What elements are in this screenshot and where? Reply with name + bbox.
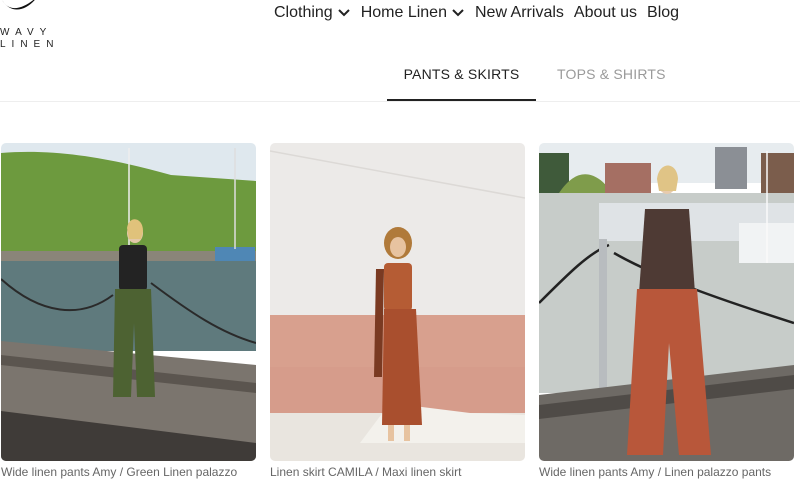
nav-label: New Arrivals [474,4,564,21]
nav-item-home-linen[interactable]: Home Linen [361,4,465,22]
brand-line2: LINEN [0,39,60,50]
nav-label: Blog [647,4,680,21]
main-nav: Clothing Home Linen New Arrivals About u… [274,4,679,22]
tab-pants-skirts[interactable]: PANTS & SKIRTS [387,66,536,101]
brand-wordmark: WAVY LINEN [0,27,59,51]
product-title[interactable]: Wide linen pants Amy / Linen palazzo pan… [539,465,794,479]
product-card[interactable]: Wide linen pants Amy / Green Linen palaz… [1,143,256,479]
swoosh-icon [2,0,35,10]
product-image[interactable] [539,143,794,461]
header-divider [0,101,800,102]
nav-label: About us [573,4,638,21]
nav-item-about-us[interactable]: About us [574,4,637,22]
chevron-down-icon [452,9,464,17]
nav-label: Clothing [274,4,333,21]
nav-item-new-arrivals[interactable]: New Arrivals [475,4,564,22]
brand-line1: WAVY [0,27,53,38]
tab-tops-shirts[interactable]: TOPS & SHIRTS [537,66,686,101]
brand-logo[interactable]: WAVY LINEN [0,0,70,60]
product-title[interactable]: Linen skirt CAMILA / Maxi linen skirt [270,465,525,479]
product-card[interactable]: Wide linen pants Amy / Linen palazzo pan… [539,143,794,479]
nav-label: Home Linen [360,4,447,21]
product-card[interactable]: Linen skirt CAMILA / Maxi linen skirt [270,143,525,479]
product-title[interactable]: Wide linen pants Amy / Green Linen palaz… [1,465,256,479]
chevron-down-icon [337,9,350,17]
nav-item-clothing[interactable]: Clothing [274,4,351,22]
nav-item-blog[interactable]: Blog [647,4,679,22]
product-image[interactable] [1,143,256,461]
product-image[interactable] [270,143,525,461]
category-tabs: PANTS & SKIRTS TOPS & SHIRTS [387,66,686,101]
